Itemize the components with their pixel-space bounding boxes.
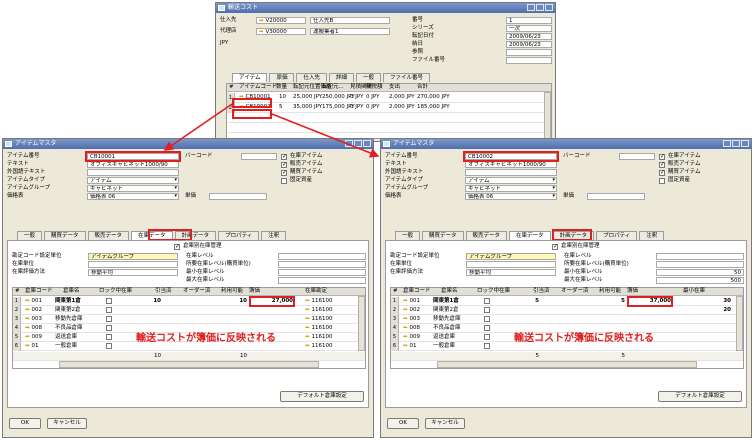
arrow-to-right-window <box>271 113 380 158</box>
arrow-to-left-window <box>163 103 233 151</box>
connector-arrows <box>163 103 380 158</box>
